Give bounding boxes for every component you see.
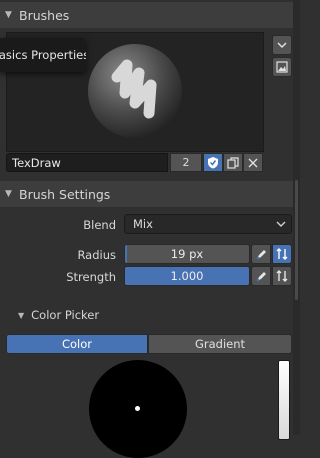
unlink-brush-button[interactable]	[243, 153, 263, 172]
strength-pressure-button[interactable]	[251, 266, 271, 286]
radius-slider[interactable]: 19 px	[124, 244, 250, 264]
color-wheel[interactable]	[89, 360, 187, 458]
brush-list-dropdown-button[interactable]	[272, 35, 292, 55]
chevron-down-icon	[276, 221, 286, 227]
radius-label: Radius	[77, 248, 116, 262]
strength-unified-toggle[interactable]	[272, 266, 292, 286]
tab-color[interactable]: Color	[6, 334, 148, 354]
strength-slider[interactable]: 1.000	[124, 266, 250, 286]
duplicate-brush-button[interactable]	[223, 153, 243, 172]
brush-users-count[interactable]: 2	[170, 153, 202, 172]
brush-name-field[interactable]: TexDraw	[6, 153, 168, 172]
brushes-panel-title: Brushes	[19, 7, 70, 23]
collapse-triangle-icon: ▼	[5, 189, 12, 199]
scrollbar-thumb[interactable]	[295, 180, 298, 300]
size-lock-icon	[276, 248, 288, 260]
image-icon	[276, 61, 288, 73]
region-scrollbar[interactable]	[293, 0, 300, 435]
collapse-triangle-icon: ▼	[5, 10, 12, 20]
color-picker-subpanel-header[interactable]: ▼ Color Picker	[0, 304, 292, 326]
radius-value: 19 px	[170, 247, 204, 261]
brush-settings-panel-title: Brush Settings	[19, 186, 111, 202]
blend-label: Blend	[83, 218, 116, 232]
duplicate-icon	[227, 156, 239, 169]
brush-icon-button[interactable]	[272, 57, 292, 77]
blend-mode-dropdown[interactable]: Mix	[124, 214, 292, 234]
close-icon	[248, 158, 258, 167]
brushes-panel-header[interactable]: ▼ Brushes	[0, 2, 300, 28]
shield-check-icon	[208, 157, 218, 169]
blend-mode-value: Mix	[133, 217, 153, 231]
pen-pressure-icon	[256, 272, 266, 282]
collapse-triangle-icon: ▼	[18, 310, 25, 320]
color-value-slider[interactable]	[278, 360, 290, 440]
strength-label: Strength	[66, 270, 116, 284]
tab-gradient[interactable]: Gradient	[148, 334, 292, 354]
strength-value: 1.000	[170, 269, 204, 283]
tooltip: Basics Properties	[0, 38, 86, 72]
color-picker-title: Color Picker	[31, 308, 100, 322]
pen-pressure-icon	[256, 250, 266, 260]
radius-unit-toggle[interactable]	[272, 244, 292, 264]
fake-user-button[interactable]	[203, 153, 223, 172]
radius-pressure-button[interactable]	[251, 244, 271, 264]
tooltip-text: Basics Properties	[0, 48, 86, 62]
size-lock-icon	[276, 270, 288, 282]
color-wheel-cursor[interactable]	[135, 406, 140, 411]
brush-settings-panel-header[interactable]: ▼ Brush Settings	[0, 181, 300, 207]
chevron-down-icon	[277, 41, 287, 48]
